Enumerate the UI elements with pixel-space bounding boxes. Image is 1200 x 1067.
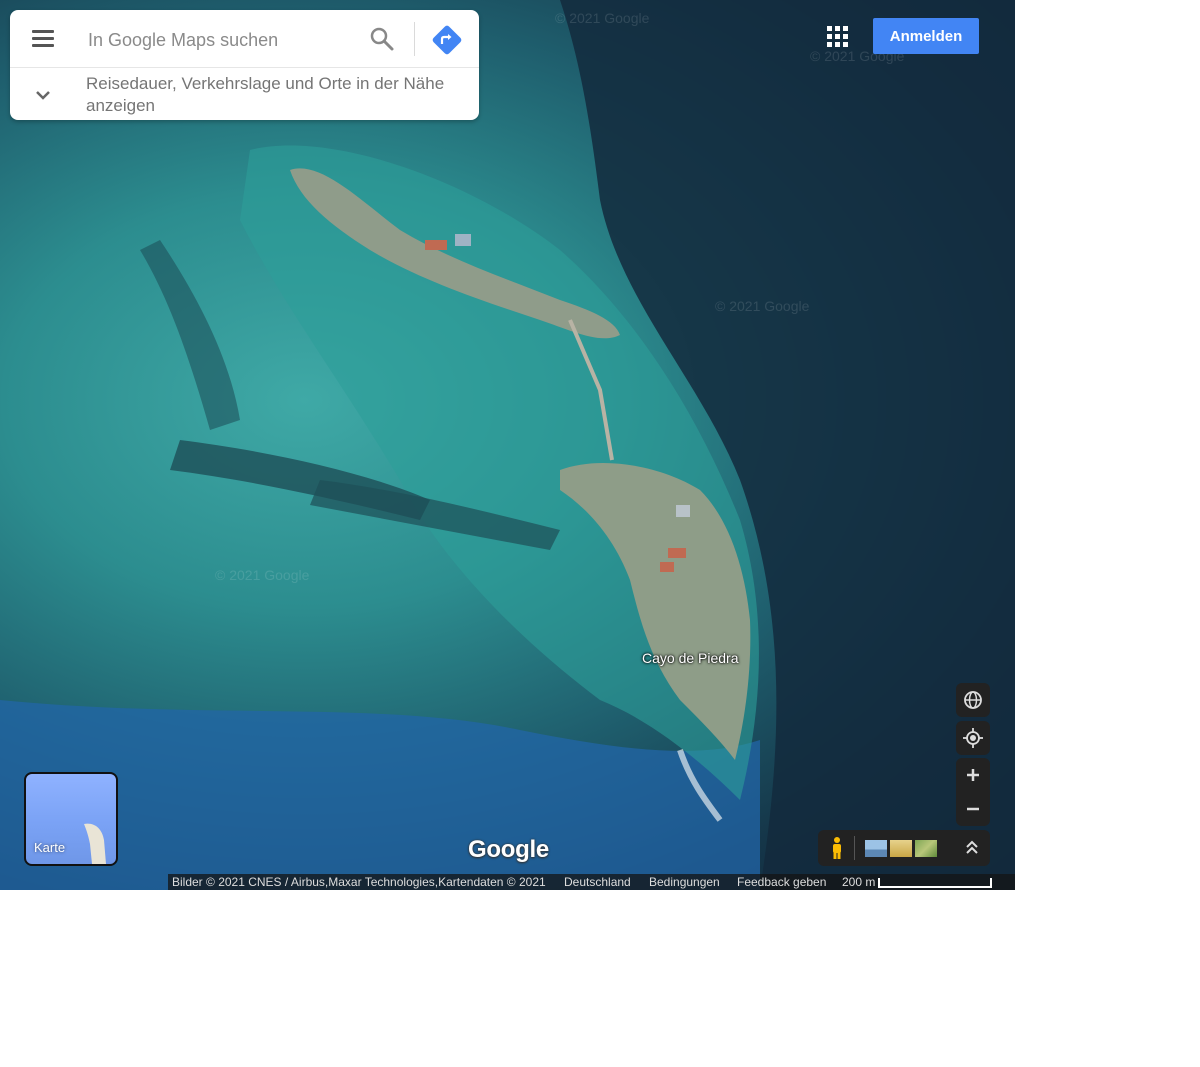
plus-icon[interactable]: [956, 758, 990, 792]
chevron-down-icon: [32, 84, 54, 106]
map-watermark: © 2021 Google: [555, 10, 650, 26]
satellite-map[interactable]: © 2021 Google © 2021 Google © 2021 Googl…: [0, 0, 1015, 890]
directions-icon[interactable]: [430, 23, 464, 57]
search-panel: Reisedauer, Verkehrslage und Orte in der…: [10, 10, 479, 120]
imagery-thumbnail-2[interactable]: [890, 840, 912, 857]
nearby-info-text: Reisedauer, Verkehrslage und Orte in der…: [86, 74, 445, 115]
search-icon[interactable]: [367, 24, 397, 54]
map-watermark: © 2021 Google: [215, 567, 310, 583]
layer-switcher-label: Karte: [34, 840, 66, 855]
pegman-icon[interactable]: [826, 836, 848, 860]
place-label-cayo-de-piedra[interactable]: Cayo de Piedra: [642, 650, 739, 666]
layer-switcher-map[interactable]: Karte: [24, 772, 118, 866]
my-location-icon[interactable]: [956, 721, 990, 755]
imagery-thumbnail-1[interactable]: [865, 840, 887, 857]
satellite-imagery: [0, 0, 1015, 890]
zoom-controls: [956, 758, 990, 826]
search-row: [10, 10, 479, 68]
feedback-link[interactable]: Feedback geben: [737, 874, 826, 890]
signin-button[interactable]: Anmelden: [873, 18, 979, 54]
scale-bar: [878, 878, 992, 888]
hamburger-menu-icon[interactable]: [28, 26, 58, 52]
google-logo: Google: [468, 836, 549, 863]
scale-label[interactable]: 200 m: [842, 874, 875, 890]
search-divider: [414, 22, 415, 56]
attribution-text: Bilder © 2021 CNES / Airbus,Maxar Techno…: [172, 875, 546, 889]
street-view-bar: [818, 830, 990, 866]
terms-link[interactable]: Bedingungen: [649, 874, 720, 890]
nearby-info-toggle[interactable]: Reisedauer, Verkehrslage und Orte in der…: [10, 68, 479, 120]
imagery-thumbnail-3[interactable]: [915, 840, 937, 857]
globe-icon[interactable]: [956, 683, 990, 717]
minus-icon[interactable]: [956, 792, 990, 826]
bar-divider: [854, 836, 855, 860]
country-link[interactable]: Deutschland: [564, 874, 631, 890]
map-footer: Bilder © 2021 CNES / Airbus,Maxar Techno…: [168, 874, 1015, 890]
map-watermark: © 2021 Google: [715, 298, 810, 314]
search-input[interactable]: [86, 24, 360, 56]
apps-grid-icon[interactable]: [823, 22, 853, 52]
chevron-up-double-icon[interactable]: [962, 838, 982, 858]
